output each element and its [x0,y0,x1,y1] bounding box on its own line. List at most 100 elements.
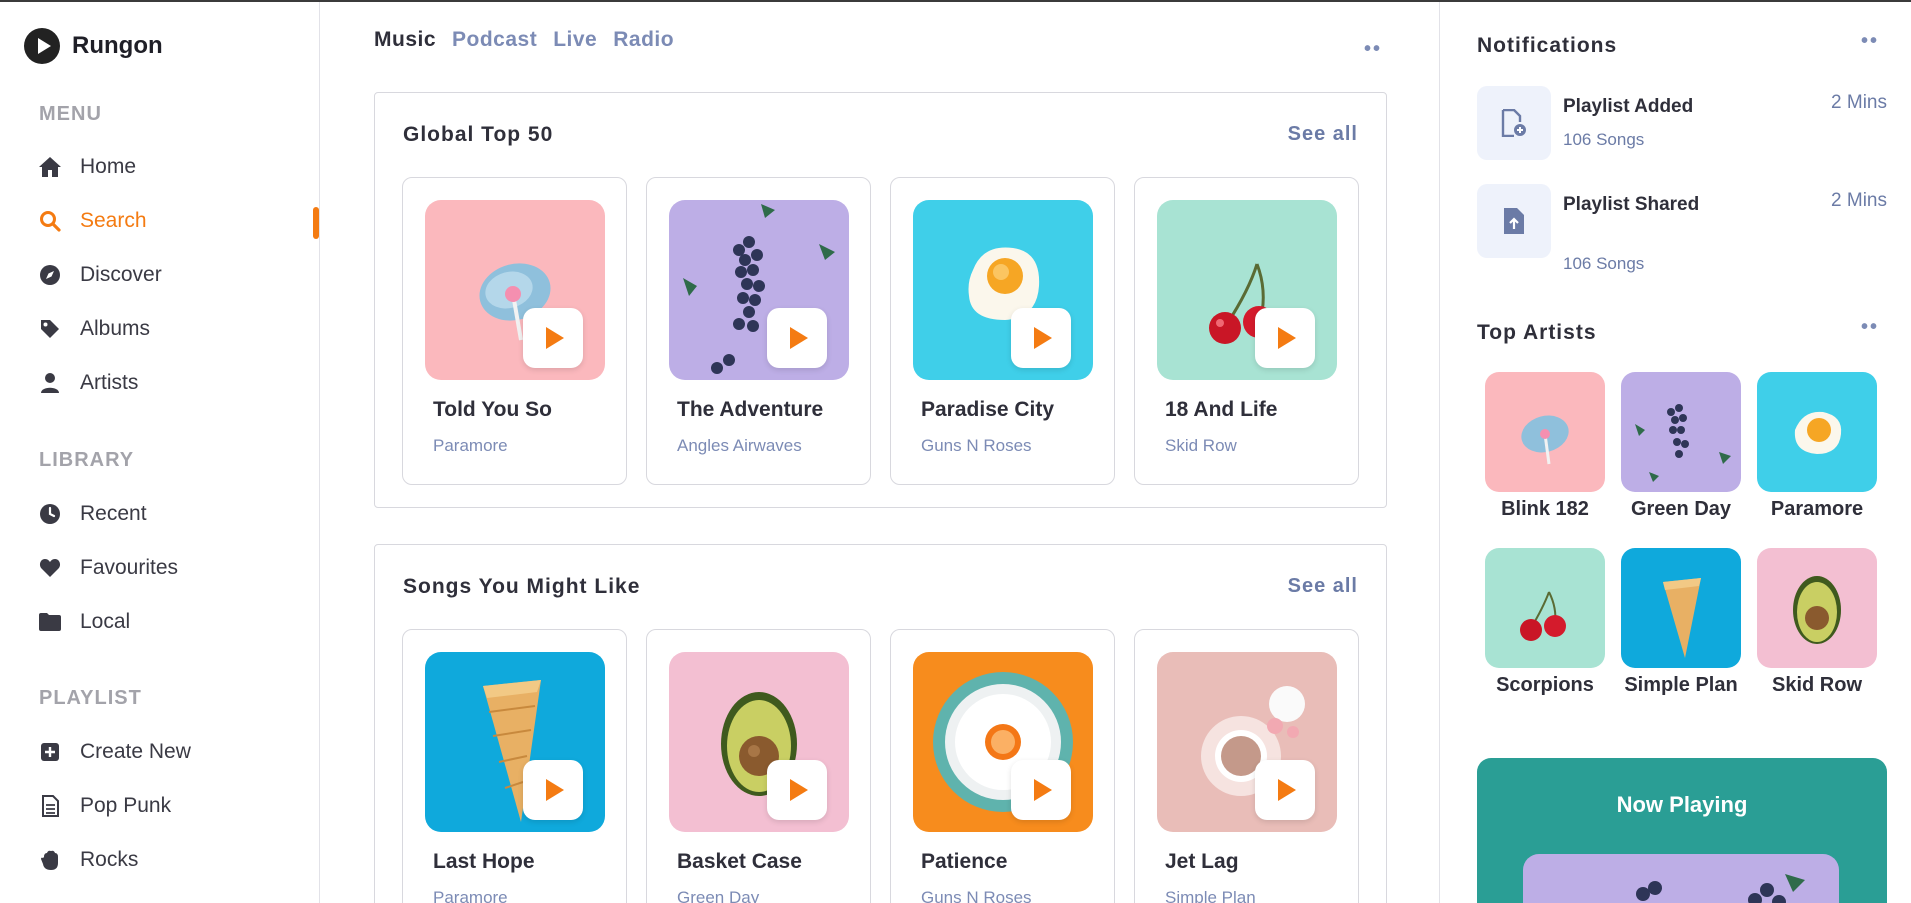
sidebar-item-label: Create New [80,740,191,763]
artist-image [1621,372,1741,492]
artist-tile[interactable]: Blink 182 [1485,372,1605,521]
artist-image [1621,548,1741,668]
play-button[interactable] [1255,760,1315,820]
sidebar-item-label: Recent [80,502,147,525]
song-title: Basket Case [677,850,802,873]
notification-item[interactable]: Playlist Added 106 Songs 2 Mins [1477,86,1887,166]
song-card[interactable]: 18 And Life Skid Row [1134,177,1359,485]
song-title: Told You So [433,398,552,421]
play-button[interactable] [1011,760,1071,820]
category-tabs: Music Podcast Live Radio [374,28,674,52]
play-button[interactable] [1255,308,1315,368]
document-icon [38,794,62,818]
sidebar-item-pop-punk[interactable]: Pop Punk [38,791,171,821]
song-artist[interactable]: Guns N Roses [921,436,1032,456]
see-all-link[interactable]: See all [1288,123,1358,146]
menu-section-title: MENU [39,103,102,125]
tab-live[interactable]: Live [553,28,597,52]
sidebar-item-label: Albums [80,317,151,340]
tab-podcast[interactable]: Podcast [452,28,537,52]
artist-name: Blink 182 [1501,498,1589,520]
song-artist[interactable]: Guns N Roses [921,888,1032,903]
see-all-link[interactable]: See all [1288,575,1358,598]
folder-icon [38,610,62,634]
sidebar-item-artists[interactable]: Artists [38,368,138,398]
panel-title: Global Top 50 [403,123,554,146]
sidebar-item-label: Pop Punk [80,794,172,817]
home-icon [38,155,62,179]
tab-music[interactable]: Music [374,28,436,52]
artist-tile[interactable]: Simple Plan [1621,548,1741,697]
song-artist[interactable]: Green Day [677,888,759,903]
hand-icon [38,848,62,872]
artist-image [1485,548,1605,668]
song-card[interactable]: Jet Lag Simple Plan [1134,629,1359,903]
notification-time: 2 Mins [1831,92,1887,113]
more-options-icon[interactable]: •• [1364,38,1382,61]
song-card[interactable]: Told You So Paramore [402,177,627,485]
heart-icon [38,556,62,580]
more-options-icon[interactable]: •• [1861,30,1879,53]
user-icon [38,371,62,395]
tab-radio[interactable]: Radio [613,28,674,52]
song-artist[interactable]: Skid Row [1165,436,1237,456]
song-artist[interactable]: Angles Airwaves [677,436,802,456]
song-title: The Adventure [677,398,824,421]
notification-subtitle: 106 Songs [1563,130,1645,149]
panel-title: Songs You Might Like [403,575,641,598]
playlist-section-title: PLAYLIST [39,687,142,709]
now-playing-card[interactable]: Now Playing [1477,758,1887,903]
play-button[interactable] [523,308,583,368]
file-add-icon [1477,86,1551,160]
sidebar-item-home[interactable]: Home [38,152,136,182]
play-button[interactable] [767,760,827,820]
play-button[interactable] [767,308,827,368]
song-title: Paradise City [921,398,1055,421]
artist-name: Skid Row [1771,674,1862,696]
artist-tile[interactable]: Paramore [1757,372,1877,521]
main-content: Music Podcast Live Radio •• Global Top 5… [320,2,1440,903]
file-upload-icon [1477,184,1551,258]
song-artist[interactable]: Paramore [433,888,508,903]
plus-square-icon [38,740,62,764]
song-title: Last Hope [433,850,535,873]
more-options-icon[interactable]: •• [1861,316,1879,339]
sidebar-item-recent[interactable]: Recent [38,499,147,529]
compass-icon [38,263,62,287]
sidebar-item-label: Home [80,155,137,178]
notification-item[interactable]: Playlist Shared 106 Songs 2 Mins [1477,184,1887,280]
song-artist[interactable]: Simple Plan [1165,888,1256,903]
artist-tile[interactable]: Green Day [1621,372,1741,521]
artist-image [1757,548,1877,668]
app-name: Rungon [72,32,163,59]
notification-title: Playlist Shared [1563,194,1700,215]
song-title: Jet Lag [1165,850,1239,873]
sidebar-item-discover[interactable]: Discover [38,260,162,290]
song-artist[interactable]: Paramore [433,436,508,456]
song-title: Patience [921,850,1008,873]
sidebar-item-create-new[interactable]: Create New [38,737,191,767]
sidebar-item-label: Artists [80,371,139,394]
artist-image [1485,372,1605,492]
song-card[interactable]: Patience Guns N Roses [890,629,1115,903]
sidebar-item-label: Favourites [80,556,179,579]
notification-title: Playlist Added [1563,96,1694,117]
sidebar-item-favourites[interactable]: Favourites [38,553,178,583]
song-card[interactable]: Basket Case Green Day [646,629,871,903]
artist-tile[interactable]: Scorpions [1485,548,1605,697]
sidebar-item-local[interactable]: Local [38,607,130,637]
sidebar-item-albums[interactable]: Albums [38,314,150,344]
sidebar-item-search[interactable]: Search [38,206,147,236]
song-card[interactable]: Paradise City Guns N Roses [890,177,1115,485]
sidebar-item-rocks[interactable]: Rocks [38,845,138,875]
song-card[interactable]: Last Hope Paramore [402,629,627,903]
artist-image [1757,372,1877,492]
sidebar-item-label: Local [80,610,131,633]
top-artists-title: Top Artists [1477,321,1597,344]
brand[interactable]: Rungon [24,28,163,64]
play-button[interactable] [523,760,583,820]
song-card[interactable]: The Adventure Angles Airwaves [646,177,871,485]
sidebar-item-label: Discover [80,263,162,286]
artist-tile[interactable]: Skid Row [1757,548,1877,697]
play-button[interactable] [1011,308,1071,368]
